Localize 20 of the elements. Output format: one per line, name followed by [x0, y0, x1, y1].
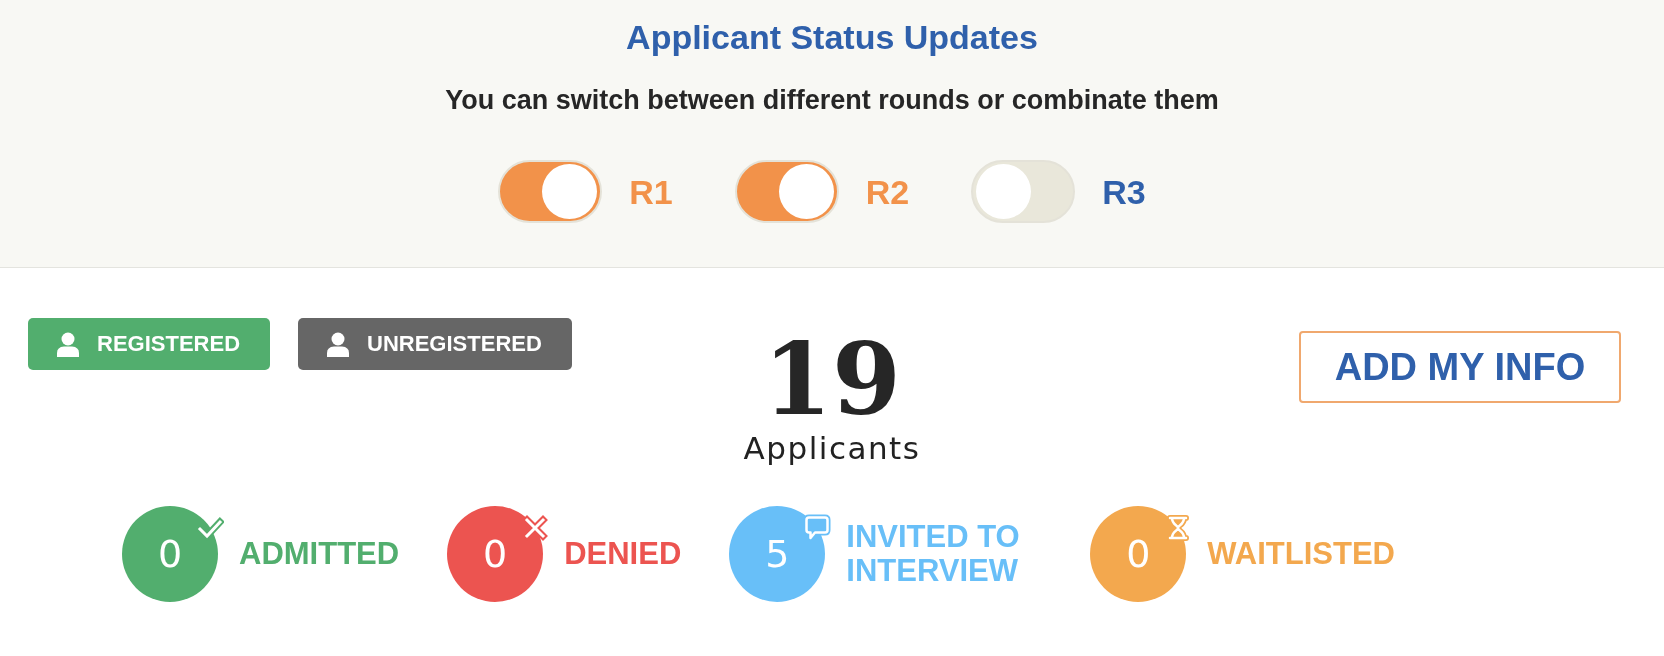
person-icon [57, 331, 79, 357]
speech-bubble-icon [803, 514, 832, 543]
page-title: Applicant Status Updates [626, 17, 1038, 58]
applicant-count-label: Applicants [743, 430, 921, 468]
add-info-button[interactable]: ADD MY INFO [1299, 331, 1621, 404]
applicant-count: 19 [763, 330, 901, 430]
status-label: INVITED TO INTERVIEW [846, 520, 1021, 589]
status-count: 5 [729, 506, 826, 603]
status-label: WAITLISTED [1207, 537, 1395, 572]
round-label: R1 [629, 174, 673, 209]
round-label: R2 [865, 174, 910, 209]
round-label: R3 [1102, 174, 1146, 209]
status-count: 0 [1090, 506, 1187, 603]
status-count: 0 [447, 506, 544, 603]
status-label: DENIED [564, 537, 682, 572]
status-count: 0 [122, 506, 218, 603]
filter-button[interactable]: UNREGISTERED [298, 318, 572, 371]
person-icon [327, 331, 350, 357]
status-label: ADMITTED [239, 537, 400, 572]
page-subtitle: You can switch between different rounds or combinate them [445, 83, 1219, 117]
